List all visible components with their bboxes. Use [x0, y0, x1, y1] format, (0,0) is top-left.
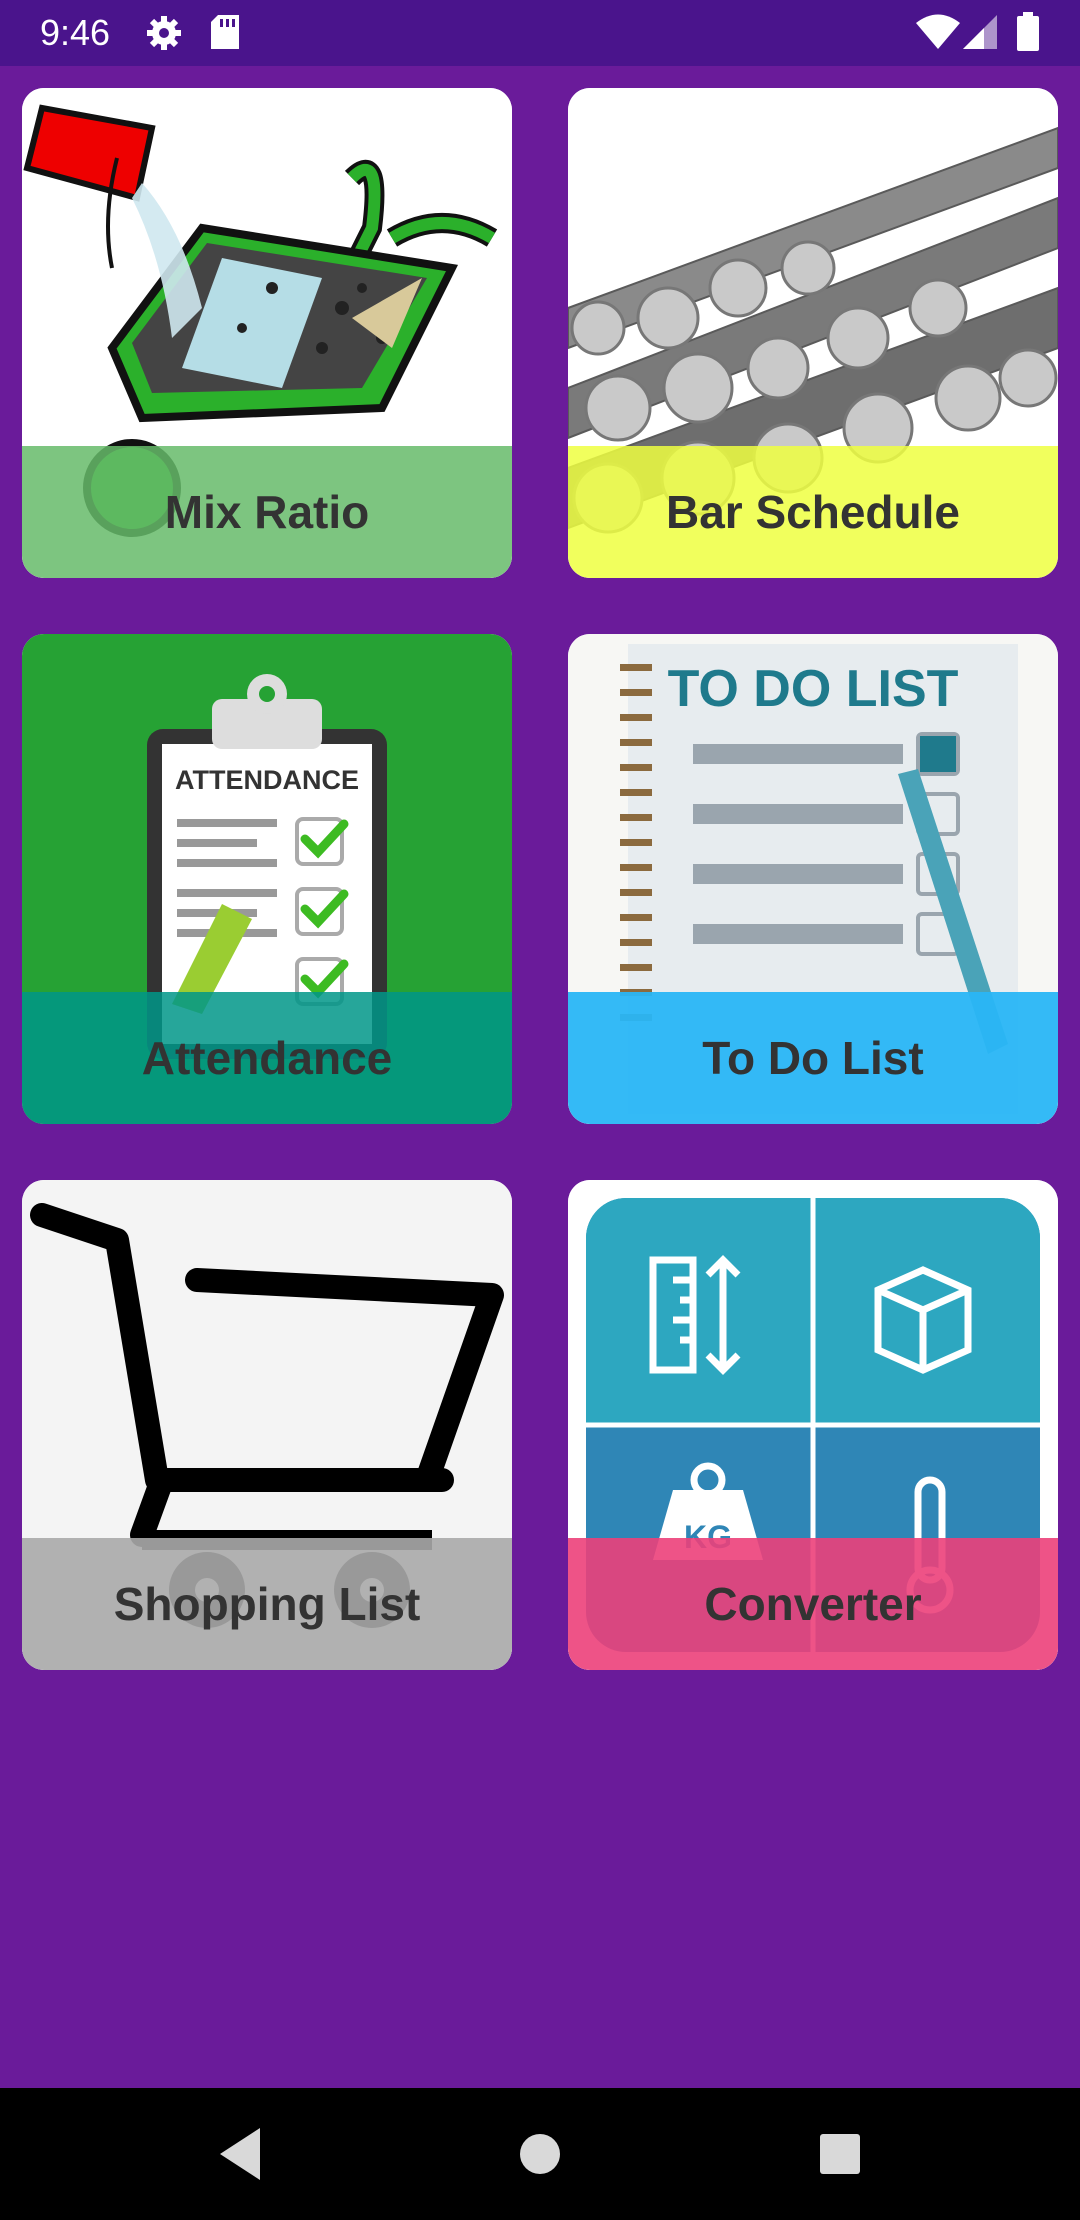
- tile-converter[interactable]: KG Converter: [568, 1180, 1058, 1670]
- attendance-image-text: ATTENDANCE: [175, 765, 359, 795]
- recents-button[interactable]: [808, 2122, 872, 2186]
- tile-label: Mix Ratio: [22, 446, 512, 578]
- sd-card-icon: [211, 15, 239, 49]
- navigation-bar: [0, 2088, 1080, 2220]
- tile-label: To Do List: [568, 992, 1058, 1124]
- wifi-icon: [916, 14, 960, 49]
- tile-attendance[interactable]: ATTENDANCE Attendance: [22, 634, 512, 1124]
- tile-label: Bar Schedule: [568, 446, 1058, 578]
- battery-icon: [1017, 12, 1039, 51]
- tile-mix-ratio[interactable]: Mix Ratio: [22, 88, 512, 578]
- back-button[interactable]: [208, 2122, 272, 2186]
- todo-image-text: TO DO LIST: [668, 660, 959, 718]
- tile-label: Attendance: [22, 992, 512, 1124]
- tile-to-do-list[interactable]: TO DO LIST To Do List: [568, 634, 1058, 1124]
- feature-grid: Mix Ratio Bar Schedule ATTENDANCE Attend…: [0, 66, 1080, 2088]
- status-bar: 9:46: [0, 0, 1080, 66]
- status-time: 9:46: [40, 12, 111, 53]
- settings-icon: [147, 16, 181, 50]
- tile-shopping-list[interactable]: Shopping List: [22, 1180, 512, 1670]
- tile-label: Converter: [568, 1538, 1058, 1670]
- tile-bar-schedule[interactable]: Bar Schedule: [568, 88, 1058, 578]
- signal-icon: [963, 15, 997, 49]
- tile-label: Shopping List: [22, 1538, 512, 1670]
- home-button[interactable]: [508, 2122, 572, 2186]
